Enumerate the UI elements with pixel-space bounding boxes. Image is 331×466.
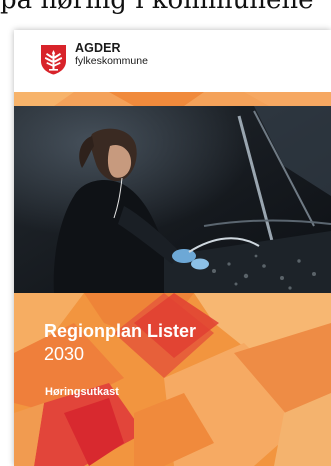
publisher-brand: AGDER fylkeskommune <box>75 42 148 66</box>
document-title: Regionplan Lister <box>44 321 197 341</box>
document-status: Høringsutkast <box>45 386 119 398</box>
cover-header: AGDER fylkeskommune <box>14 30 331 92</box>
document-year: 2030 <box>44 344 85 364</box>
document-cover[interactable]: AGDER fylkeskommune Regionplan Lister 20… <box>14 30 331 466</box>
coat-of-arms-icon <box>41 45 66 75</box>
publisher-name: AGDER <box>75 41 121 55</box>
orange-graphic-panel <box>14 293 331 466</box>
orange-banner-top <box>14 92 331 106</box>
publisher-subtitle: fylkeskommune <box>75 54 148 67</box>
cover-photo <box>14 106 331 293</box>
page-heading: på høring i kommunene <box>0 0 314 15</box>
